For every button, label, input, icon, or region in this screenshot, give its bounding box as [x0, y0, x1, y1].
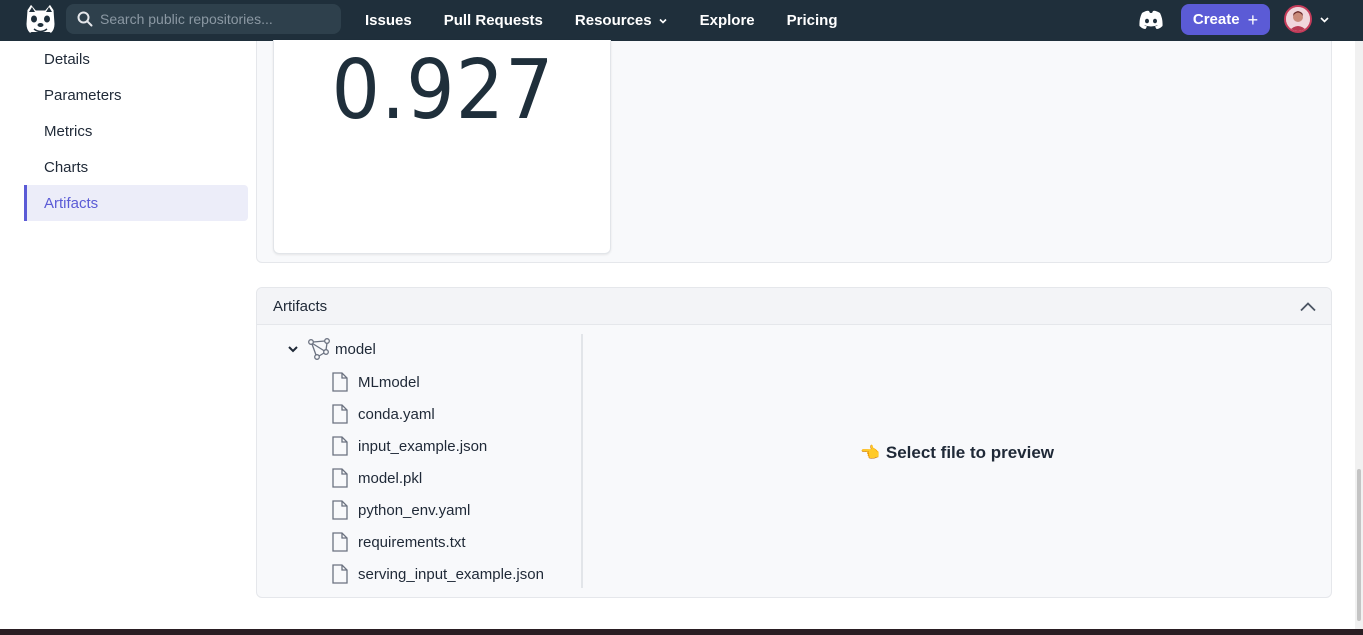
caret-down-icon[interactable]: [287, 343, 299, 355]
search-icon: [77, 11, 93, 27]
nav-link-pull-requests[interactable]: Pull Requests: [444, 12, 543, 29]
tree-file-label: serving_input_example.json: [358, 565, 544, 583]
preview-message: 👈 Select file to preview: [860, 443, 1054, 463]
page-scrollbar[interactable]: [1355, 41, 1363, 635]
tree-file-label: input_example.json: [358, 437, 488, 455]
metric-card: 0.927: [273, 40, 611, 254]
metrics-panel: 0.927: [256, 40, 1332, 263]
top-navbar: Issues Pull Requests Resources Explore P…: [0, 0, 1363, 41]
create-button[interactable]: Create +: [1181, 4, 1270, 35]
tree-folder-label: model: [335, 340, 376, 358]
sidebar-item-artifacts[interactable]: Artifacts: [24, 185, 248, 221]
tree-file-conda-yaml[interactable]: conda.yaml: [331, 400, 435, 428]
tree-file-label: model.pkl: [358, 469, 423, 487]
artifacts-header[interactable]: Artifacts: [257, 288, 1331, 325]
dagshub-logo-icon[interactable]: [22, 2, 59, 39]
plus-icon: +: [1247, 9, 1259, 30]
artifacts-title: Artifacts: [273, 297, 328, 315]
search-input[interactable]: [100, 11, 330, 27]
bottom-strip: [0, 629, 1363, 635]
tree-file-label: MLmodel: [358, 373, 420, 391]
tree-file-input-example-json[interactable]: input_example.json: [331, 432, 487, 460]
file-icon: [332, 404, 348, 424]
file-icon: [332, 372, 348, 392]
avatar-chevron-down-icon[interactable]: [1319, 14, 1330, 25]
nav-link-resources-label: Resources: [574, 12, 652, 29]
nav-link-resources[interactable]: Resources: [575, 12, 668, 29]
create-button-label: Create: [1192, 11, 1240, 28]
nav-link-pricing[interactable]: Pricing: [787, 12, 838, 29]
experiment-sidebar: Details Parameters Metrics Charts Artifa…: [24, 41, 248, 221]
tree-file-label: requirements.txt: [358, 533, 466, 551]
model-icon: [308, 338, 330, 360]
nav-links: Issues Pull Requests Resources Explore P…: [365, 0, 870, 41]
tree-file-serving-input-example-json[interactable]: serving_input_example.json: [331, 560, 544, 588]
search-box[interactable]: [66, 4, 341, 34]
nav-link-issues[interactable]: Issues: [365, 12, 412, 29]
file-icon: [332, 436, 348, 456]
tree-file-mlmodel[interactable]: MLmodel: [331, 368, 420, 396]
artifact-tree: model MLmodel conda.yaml input_example.j…: [273, 334, 583, 588]
file-preview-area: 👈 Select file to preview: [583, 334, 1331, 588]
sidebar-item-details[interactable]: Details: [24, 41, 248, 77]
tree-file-model-pkl[interactable]: model.pkl: [331, 464, 422, 492]
sidebar-item-charts[interactable]: Charts: [24, 149, 248, 185]
sidebar-item-parameters[interactable]: Parameters: [24, 77, 248, 113]
artifacts-panel: Artifacts model MLmodel conda.yaml input…: [256, 287, 1332, 598]
scrollbar-thumb[interactable]: [1357, 469, 1361, 621]
tree-folder-model[interactable]: model: [287, 334, 376, 364]
file-icon: [332, 532, 348, 552]
user-avatar[interactable]: [1284, 5, 1312, 33]
discord-icon[interactable]: [1138, 9, 1164, 31]
tree-file-python-env-yaml[interactable]: python_env.yaml: [331, 496, 470, 524]
file-icon: [332, 564, 348, 584]
tree-file-label: python_env.yaml: [358, 501, 471, 519]
pointing-hand-icon: 👈: [859, 445, 880, 462]
chevron-up-icon[interactable]: [1299, 298, 1317, 316]
chevron-down-icon: [659, 18, 667, 24]
sidebar-item-metrics[interactable]: Metrics: [24, 113, 248, 149]
tree-file-label: conda.yaml: [358, 405, 435, 423]
avatar-image: [1286, 7, 1310, 31]
preview-message-text: Select file to preview: [885, 443, 1055, 462]
metric-value: 0.927: [331, 43, 555, 138]
file-icon: [332, 468, 348, 488]
tree-file-requirements-txt[interactable]: requirements.txt: [331, 528, 466, 556]
file-icon: [332, 500, 348, 520]
nav-link-explore[interactable]: Explore: [700, 12, 755, 29]
